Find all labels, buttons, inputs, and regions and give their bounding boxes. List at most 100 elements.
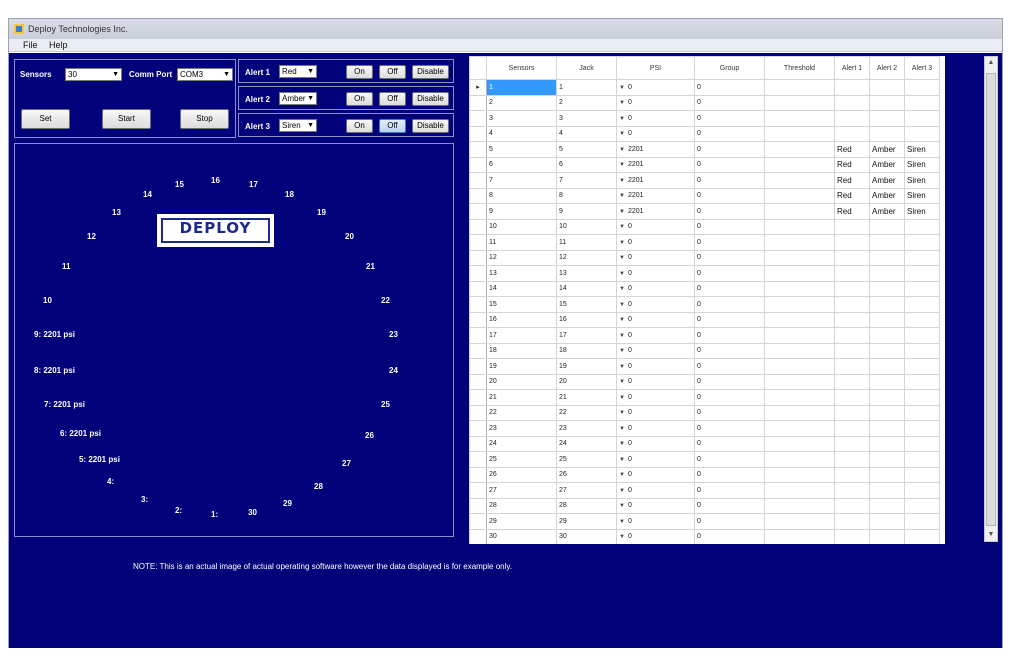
cell-group[interactable]: 0 — [694, 389, 765, 406]
cell-psi[interactable]: ▼ 0 — [616, 125, 695, 142]
scroll-up-icon[interactable]: ▲ — [985, 57, 997, 69]
table-row[interactable]: 5 5 ▼ 2201 0 Red Amber Siren — [469, 141, 940, 158]
cell-jack[interactable]: 27 — [556, 482, 617, 499]
menu-help[interactable]: Help — [49, 40, 68, 50]
cell-alert-2[interactable] — [869, 79, 905, 96]
row-header[interactable] — [469, 234, 487, 251]
alert-2-on-button[interactable]: On — [346, 92, 373, 106]
cell-sensors[interactable]: 11 — [486, 234, 557, 251]
cell-threshold[interactable] — [764, 451, 835, 468]
alert-2-disable-button[interactable]: Disable — [412, 92, 449, 106]
table-row[interactable]: 11 11 ▼ 0 0 — [469, 234, 940, 251]
cell-alert-1[interactable]: Red — [834, 187, 870, 204]
cell-alert-2[interactable] — [869, 125, 905, 142]
table-row[interactable]: 2 2 ▼ 0 0 — [469, 94, 940, 111]
table-row[interactable]: 4 4 ▼ 0 0 — [469, 125, 940, 142]
cell-jack[interactable]: 25 — [556, 451, 617, 468]
cell-sensors[interactable]: 30 — [486, 528, 557, 544]
cell-jack[interactable]: 15 — [556, 296, 617, 313]
table-row[interactable]: 26 26 ▼ 0 0 — [469, 466, 940, 483]
cell-alert-1[interactable] — [834, 110, 870, 127]
table-row[interactable]: 6 6 ▼ 2201 0 Red Amber Siren — [469, 156, 940, 173]
table-row[interactable]: 21 21 ▼ 0 0 — [469, 389, 940, 406]
cell-psi[interactable]: ▼ 0 — [616, 497, 695, 514]
cell-threshold[interactable] — [764, 435, 835, 452]
column-header[interactable]: Alert 2 — [869, 56, 905, 80]
row-header[interactable] — [469, 420, 487, 437]
cell-threshold[interactable] — [764, 218, 835, 235]
cell-alert-1[interactable] — [834, 482, 870, 499]
row-header[interactable] — [469, 466, 487, 483]
cell-threshold[interactable] — [764, 234, 835, 251]
chevron-down-icon[interactable]: ▼ — [619, 100, 625, 106]
cell-alert-1[interactable] — [834, 296, 870, 313]
cell-psi[interactable]: ▼ 0 — [616, 94, 695, 111]
vertical-scrollbar[interactable]: ▲ ▼ — [984, 56, 998, 542]
cell-alert-3[interactable] — [904, 528, 940, 544]
cell-alert-3[interactable] — [904, 218, 940, 235]
cell-group[interactable]: 0 — [694, 296, 765, 313]
cell-alert-3[interactable] — [904, 389, 940, 406]
cell-psi[interactable]: ▼ 0 — [616, 420, 695, 437]
cell-alert-2[interactable]: Amber — [869, 156, 905, 173]
cell-alert-2[interactable] — [869, 497, 905, 514]
cell-psi[interactable]: ▼ 0 — [616, 249, 695, 266]
cell-sensors[interactable]: 2 — [486, 94, 557, 111]
cell-sensors[interactable]: 16 — [486, 311, 557, 328]
chevron-down-icon[interactable]: ▼ — [619, 348, 625, 354]
chevron-down-icon[interactable]: ▼ — [619, 286, 625, 292]
row-header[interactable] — [469, 110, 487, 127]
cell-alert-2[interactable] — [869, 466, 905, 483]
row-header[interactable] — [469, 482, 487, 499]
stop-button[interactable]: Stop — [180, 109, 229, 129]
cell-sensors[interactable]: 14 — [486, 280, 557, 297]
cell-alert-1[interactable] — [834, 249, 870, 266]
cell-group[interactable]: 0 — [694, 79, 765, 96]
cell-alert-2[interactable] — [869, 265, 905, 282]
cell-threshold[interactable] — [764, 141, 835, 158]
cell-alert-3[interactable] — [904, 482, 940, 499]
column-header[interactable]: PSI — [616, 56, 695, 80]
cell-threshold[interactable] — [764, 187, 835, 204]
column-header[interactable]: Threshold — [764, 56, 835, 80]
cell-alert-1[interactable] — [834, 528, 870, 544]
cell-threshold[interactable] — [764, 203, 835, 220]
cell-group[interactable]: 0 — [694, 249, 765, 266]
alert-2-select[interactable]: Amber ▼ — [279, 92, 317, 105]
cell-sensors[interactable]: 19 — [486, 358, 557, 375]
chevron-down-icon[interactable]: ▼ — [619, 333, 625, 339]
cell-group[interactable]: 0 — [694, 358, 765, 375]
cell-jack[interactable]: 12 — [556, 249, 617, 266]
cell-alert-2[interactable] — [869, 218, 905, 235]
chevron-down-icon[interactable]: ▼ — [619, 395, 625, 401]
table-row[interactable]: 24 24 ▼ 0 0 — [469, 435, 940, 452]
cell-alert-3[interactable] — [904, 94, 940, 111]
cell-jack[interactable]: 21 — [556, 389, 617, 406]
cell-sensors[interactable]: 9 — [486, 203, 557, 220]
cell-jack[interactable]: 19 — [556, 358, 617, 375]
cell-jack[interactable]: 10 — [556, 218, 617, 235]
cell-psi[interactable]: ▼ 2201 — [616, 172, 695, 189]
cell-jack[interactable]: 17 — [556, 327, 617, 344]
cell-alert-3[interactable] — [904, 420, 940, 437]
cell-alert-1[interactable] — [834, 265, 870, 282]
cell-alert-1[interactable]: Red — [834, 156, 870, 173]
cell-jack[interactable]: 6 — [556, 156, 617, 173]
cell-threshold[interactable] — [764, 265, 835, 282]
cell-sensors[interactable]: 4 — [486, 125, 557, 142]
row-header[interactable] — [469, 342, 487, 359]
cell-alert-2[interactable] — [869, 373, 905, 390]
table-row[interactable]: 25 25 ▼ 0 0 — [469, 451, 940, 468]
cell-group[interactable]: 0 — [694, 94, 765, 111]
cell-alert-1[interactable] — [834, 125, 870, 142]
cell-jack[interactable]: 5 — [556, 141, 617, 158]
cell-alert-2[interactable] — [869, 249, 905, 266]
cell-jack[interactable]: 16 — [556, 311, 617, 328]
scroll-thumb[interactable] — [986, 73, 996, 526]
cell-sensors[interactable]: 15 — [486, 296, 557, 313]
cell-threshold[interactable] — [764, 389, 835, 406]
column-header[interactable]: Jack — [556, 56, 617, 80]
cell-alert-2[interactable] — [869, 280, 905, 297]
row-header[interactable] — [469, 187, 487, 204]
chevron-down-icon[interactable]: ▼ — [619, 457, 625, 463]
